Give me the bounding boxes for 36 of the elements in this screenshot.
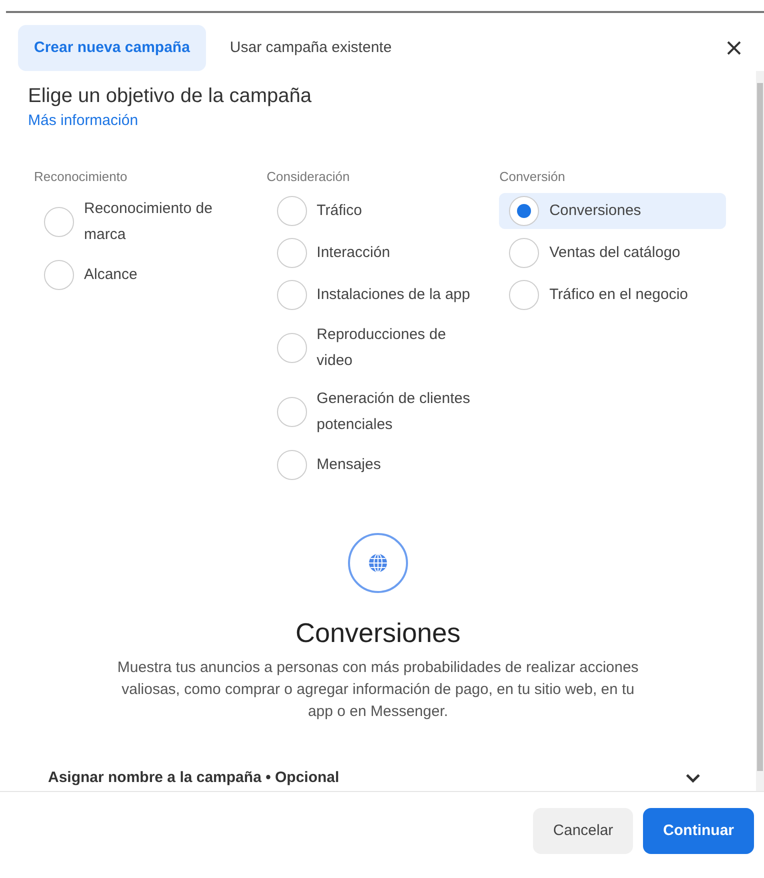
tab[interactable]: Crear nueva campaña [18, 25, 206, 71]
globe-icon [368, 552, 388, 572]
radio-button[interactable] [276, 196, 307, 226]
radio-button[interactable] [509, 196, 540, 226]
objective-option[interactable]: Tráfico en el negocio [499, 276, 726, 312]
cancel-button[interactable]: Cancelar [533, 808, 634, 854]
objective-option[interactable]: Conversiones [499, 192, 726, 228]
objective-option[interactable]: Reproducciones de video [266, 318, 494, 376]
radio-button[interactable] [276, 280, 307, 310]
category-heading: Reconocimiento [34, 168, 128, 186]
radio-button[interactable] [44, 206, 74, 236]
radio-button[interactable] [276, 396, 307, 426]
objective-option[interactable]: Alcance [34, 256, 261, 292]
objective-option[interactable]: Interacción [266, 234, 494, 270]
objective-option[interactable]: Instalaciones de la app [266, 276, 494, 312]
more-info-link[interactable]: Más información [28, 112, 138, 129]
dialog-heading: Elige un objetivo de la campaña [28, 84, 313, 109]
objective-description: Muestra tus anuncios a personas con más probabilidades de realizar acciones valiosas, como comprar o agregar información de pago, en tu sitio web, en tu app o en Messenger. [116, 658, 640, 722]
radio-button[interactable] [276, 238, 307, 268]
radio-button[interactable] [44, 260, 74, 290]
objective-option[interactable]: Tráfico [266, 192, 494, 228]
objective-option[interactable]: Ventas del catálogo [499, 234, 726, 270]
radio-button[interactable] [276, 450, 307, 480]
radio-button[interactable] [509, 238, 540, 268]
objective-option[interactable]: Generación de clientes potenciales [266, 382, 494, 440]
radio-button[interactable] [509, 280, 540, 310]
category-heading: Consideración [266, 168, 351, 186]
objective-option[interactable]: Mensajes [266, 446, 494, 482]
close-icon [726, 40, 742, 56]
category-heading: Conversión [499, 168, 566, 186]
campaign-name-section[interactable]: Asignar nombre a la campaña • Opcional [0, 767, 756, 790]
objective-option[interactable]: Reconocimiento de marca [34, 192, 261, 250]
objective-title: Conversiones [295, 616, 461, 650]
radio-button[interactable] [276, 332, 307, 362]
continue-button[interactable]: Continuar [643, 808, 754, 854]
tab[interactable]: Usar campaña existente [206, 25, 416, 71]
